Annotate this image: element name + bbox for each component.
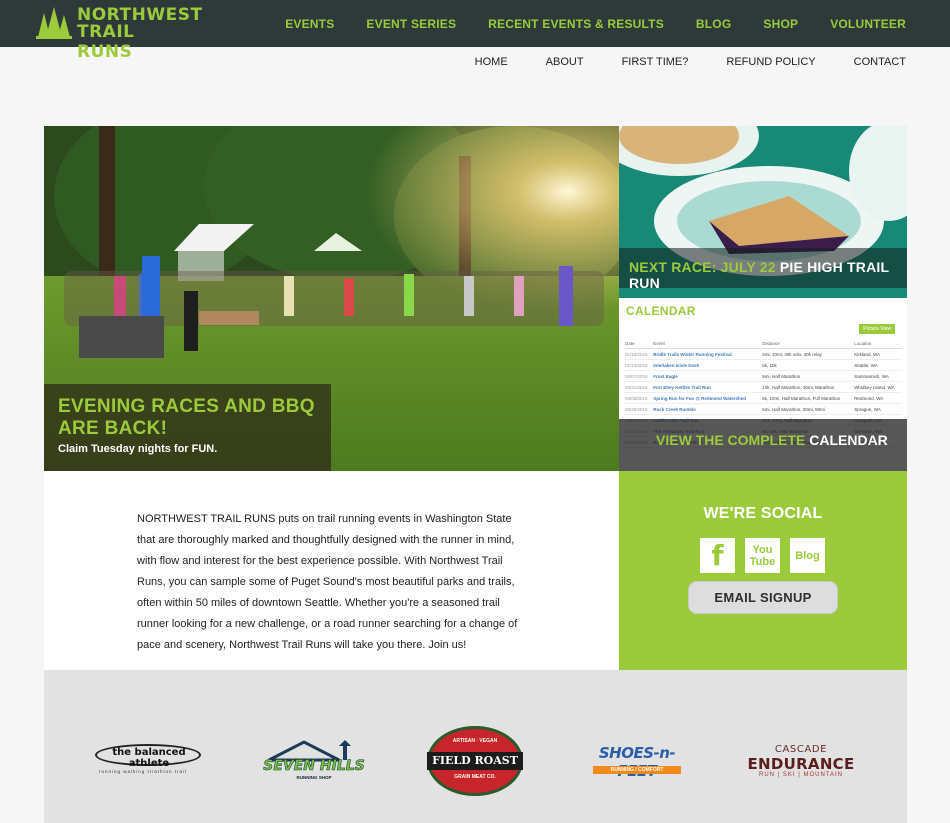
- top-bar: NORTHWEST TRAIL RUNS EVENTS EVENT SERIES…: [0, 0, 950, 62]
- field-roast-name: FIELD ROAST: [432, 754, 518, 767]
- row-date: 02/07/2016: [624, 370, 653, 382]
- email-signup-button[interactable]: EMAIL SIGNUP: [688, 581, 838, 614]
- table-row: 03/06/2016 Spring Run for Fun @ Redmond …: [624, 392, 902, 404]
- subnav-refund-policy[interactable]: REFUND POLICY: [726, 56, 815, 68]
- table-row: 02/21/2016 Fort Ebey Kettles Trail Run 1…: [624, 381, 902, 393]
- row-location: Whidbey Island, WA: [853, 381, 902, 393]
- row-distance: 5mi, Half Marathon, 30mi, 50mi: [761, 403, 854, 415]
- shoes-n-feet-tag: RUNNING / COMFORT: [593, 766, 681, 774]
- calendar-tile[interactable]: CALENDAR Picture View Date Event Distanc…: [619, 298, 907, 471]
- row-event[interactable]: Frost Eagle: [652, 370, 762, 382]
- row-date: 03/06/2016: [624, 392, 653, 404]
- row-distance: 10k, Half Marathon, 30mi, Marathon: [761, 381, 854, 393]
- row-date: 01/10/2016: [624, 348, 653, 360]
- youtube-glyph-1: You: [752, 543, 773, 556]
- calendar-title: CALENDAR: [626, 304, 696, 318]
- row-event[interactable]: Bridle Trails Winter Running Festival: [652, 348, 762, 360]
- nav-blog[interactable]: BLOG: [696, 17, 731, 31]
- sponsors-bar: the balanced athlete running walking tri…: [44, 670, 907, 823]
- row-date: 03/20/2016: [624, 403, 653, 415]
- row-event[interactable]: Interlaken Icicle Dash: [652, 359, 762, 371]
- seven-hills-name: SEVEN HILLS: [263, 758, 365, 775]
- row-location: Seattle, WA: [853, 359, 902, 371]
- table-row: 02/07/2016 Frost Eagle 5mi, Half Maratho…: [624, 370, 902, 382]
- youtube-icon[interactable]: You Tube: [745, 538, 780, 573]
- logo-line-2: TRAIL RUNS: [77, 22, 135, 62]
- subnav-about[interactable]: ABOUT: [546, 56, 584, 68]
- balanced-athlete-name: the balanced athlete: [112, 747, 186, 769]
- nav-event-series[interactable]: EVENT SERIES: [366, 17, 456, 31]
- row-location: Redmond, WA: [853, 392, 902, 404]
- table-row: 01/24/2016 Interlaken Icicle Dash 5k, 10…: [624, 359, 902, 371]
- hero-caption: EVENING RACES AND BBQ ARE BACK! Claim Tu…: [44, 384, 331, 471]
- row-location: Kirkland, WA: [853, 348, 902, 360]
- main-nav: EVENTS EVENT SERIES RECENT EVENTS & RESU…: [253, 0, 906, 47]
- facebook-icon[interactable]: f: [700, 538, 735, 573]
- field-roast-bottom: GRAIN MEAT CO.: [454, 774, 496, 780]
- row-distance: 5mi, 10mi, 30k solo, 30k relay: [761, 348, 854, 360]
- next-race-tile[interactable]: NEXT RACE: JULY 22 PIE HIGH TRAIL RUN: [619, 126, 907, 298]
- sponsor-seven-hills[interactable]: SEVEN HILLS RUNNING SHOP: [259, 740, 369, 786]
- cascade-name: ENDURANCE: [747, 755, 855, 773]
- field-roast-top: ARTISAN · VEGAN: [452, 738, 498, 744]
- row-date: 02/21/2016: [624, 381, 653, 393]
- calendar-header-row: Date Event Distance Location: [624, 339, 902, 349]
- hero-subline: Claim Tuesday nights for FUN.: [58, 443, 218, 455]
- row-event[interactable]: Spring Run for Fun @ Redmond Watershed: [652, 392, 762, 404]
- youtube-glyph-2: Tube: [749, 555, 776, 568]
- row-event[interactable]: Fort Ebey Kettles Trail Run: [652, 381, 762, 393]
- shoes-n-feet-name: SHOES-n-FEET: [598, 744, 676, 780]
- social-heading: WE'RE SOCIAL: [703, 505, 823, 522]
- col-distance: Distance: [761, 339, 854, 349]
- cascade-tag: RUN | SKI | MOUNTAIN: [758, 772, 843, 778]
- hero-slide[interactable]: EVENING RACES AND BBQ ARE BACK! Claim Tu…: [44, 126, 619, 471]
- row-distance: 5k, 10k: [761, 359, 854, 371]
- social-panel: WE'RE SOCIAL f You Tube Blog EMAIL SIGNU…: [619, 471, 907, 670]
- view-calendar-word: CALENDAR: [809, 432, 888, 448]
- seven-hills-tag: RUNNING SHOP: [296, 775, 332, 780]
- row-distance: 5mi, Half Marathon: [761, 370, 854, 382]
- site-logo[interactable]: NORTHWEST TRAIL RUNS: [34, 5, 202, 62]
- sponsor-shoes-n-feet[interactable]: SHOES-n-FEET RUNNING / COMFORT: [589, 744, 685, 780]
- about-text: NORTHWEST TRAIL RUNS puts on trail runni…: [137, 513, 518, 651]
- secondary-nav: HOME ABOUT FIRST TIME? REFUND POLICY CON…: [437, 56, 906, 68]
- trees-logo-icon: [36, 7, 72, 39]
- col-event: Event: [652, 339, 762, 349]
- subnav-contact[interactable]: CONTACT: [854, 56, 906, 68]
- nav-recent-events-results[interactable]: RECENT EVENTS & RESULTS: [488, 17, 664, 31]
- facebook-glyph: f: [711, 539, 724, 572]
- nav-events[interactable]: EVENTS: [285, 17, 334, 31]
- blog-icon[interactable]: Blog: [790, 538, 825, 573]
- table-row: 03/20/2016 Rock Creek Rumble 5mi, Half M…: [624, 403, 902, 415]
- picture-view-button[interactable]: Picture View: [859, 324, 895, 334]
- row-date: 01/24/2016: [624, 359, 653, 371]
- sponsor-field-roast[interactable]: ARTISAN · VEGAN FIELD ROAST GRAIN MEAT C…: [427, 726, 523, 796]
- about-section: NORTHWEST TRAIL RUNS puts on trail runni…: [44, 471, 619, 670]
- view-calendar-prefix: VIEW THE COMPLETE: [656, 432, 806, 448]
- table-row: 01/10/2016 Bridle Trails Winter Running …: [624, 348, 902, 360]
- subnav-first-time[interactable]: FIRST TIME?: [622, 56, 689, 68]
- balanced-athlete-tag: running walking triathlon trail: [99, 769, 188, 774]
- sponsor-cascade-endurance[interactable]: CASCADE ENDURANCE RUN | SKI | MOUNTAIN: [744, 744, 858, 784]
- sponsor-balanced-athlete[interactable]: the balanced athlete running walking tri…: [95, 744, 201, 776]
- nav-volunteer[interactable]: VOLUNTEER: [830, 17, 906, 31]
- view-calendar-link[interactable]: VIEW THE COMPLETE CALENDAR: [656, 432, 888, 448]
- hero-headline: EVENING RACES AND BBQ ARE BACK!: [58, 396, 315, 439]
- row-distance: 5k, 10mi, Half Marathon, Full Marathon: [761, 392, 854, 404]
- nav-shop[interactable]: SHOP: [763, 17, 798, 31]
- col-date: Date: [624, 339, 653, 349]
- subnav-home[interactable]: HOME: [475, 56, 508, 68]
- blog-glyph: Blog: [795, 549, 820, 562]
- col-location: Location: [853, 339, 902, 349]
- next-race-date: NEXT RACE: JULY 22: [629, 259, 776, 275]
- row-location: Sprague, WA: [853, 403, 902, 415]
- row-location: Sammamish, WA: [853, 370, 902, 382]
- next-race-text: NEXT RACE: JULY 22 PIE HIGH TRAIL RUN: [629, 259, 907, 291]
- cascade-top: CASCADE: [774, 744, 828, 755]
- row-event[interactable]: Rock Creek Rumble: [652, 403, 762, 415]
